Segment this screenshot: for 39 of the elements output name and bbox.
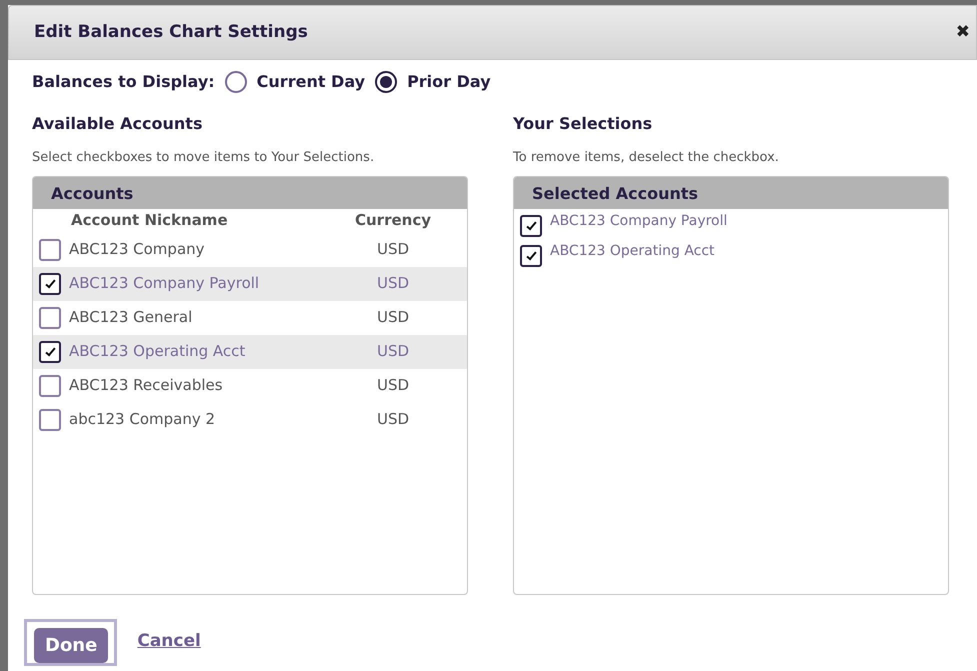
currency: USD xyxy=(377,341,410,362)
checkbox[interactable] xyxy=(520,214,542,236)
currency: USD xyxy=(377,307,410,328)
radio-button[interactable] xyxy=(224,71,247,93)
account-nickname: ABC123 General xyxy=(68,307,194,328)
selected-account: ABC123 Company Payroll xyxy=(550,212,728,230)
section-heading: Your Selections xyxy=(513,113,654,135)
hint-text: Select checkboxes to move items to Your Selections. xyxy=(32,149,376,167)
checkbox[interactable] xyxy=(39,238,61,260)
radio-button[interactable] xyxy=(375,71,398,93)
hint-text: To remove items, deselect the checkbox. xyxy=(513,149,780,167)
currency: USD xyxy=(377,273,410,294)
done-button[interactable]: Done xyxy=(34,628,108,662)
cancel-link[interactable]: Cancel xyxy=(137,629,201,655)
selected-account: ABC123 Operating Acct xyxy=(550,242,715,260)
currency: USD xyxy=(377,239,410,260)
checkbox[interactable] xyxy=(39,374,61,396)
panel-title: Selected Accounts xyxy=(514,176,948,208)
account-nickname: abc123 Company 2 xyxy=(68,409,216,430)
radio-group-label: Balances to Display: xyxy=(32,71,215,93)
column-header: Currency xyxy=(355,210,432,232)
checkbox[interactable] xyxy=(39,408,61,430)
radio-label: Prior Day xyxy=(407,71,491,93)
currency: USD xyxy=(377,375,410,396)
close-button[interactable]: ✖ xyxy=(956,20,970,46)
checkbox[interactable] xyxy=(39,306,61,328)
account-nickname: ABC123 Company xyxy=(68,239,206,260)
panel-title: Accounts xyxy=(33,176,467,208)
account-nickname: ABC123 Operating Acct xyxy=(68,341,246,362)
section-heading: Available Accounts xyxy=(32,113,204,135)
checkbox[interactable] xyxy=(39,340,61,362)
checkbox[interactable] xyxy=(520,244,542,266)
account-nickname: ABC123 Company Payroll xyxy=(68,273,260,294)
column-header: Account Nickname xyxy=(70,210,229,232)
currency: USD xyxy=(377,409,410,430)
checkbox[interactable] xyxy=(39,272,61,294)
account-nickname: ABC123 Receivables xyxy=(68,375,224,396)
dialog-title: Edit Balances Chart Settings xyxy=(34,20,308,44)
radio-label: Current Day xyxy=(256,71,366,93)
